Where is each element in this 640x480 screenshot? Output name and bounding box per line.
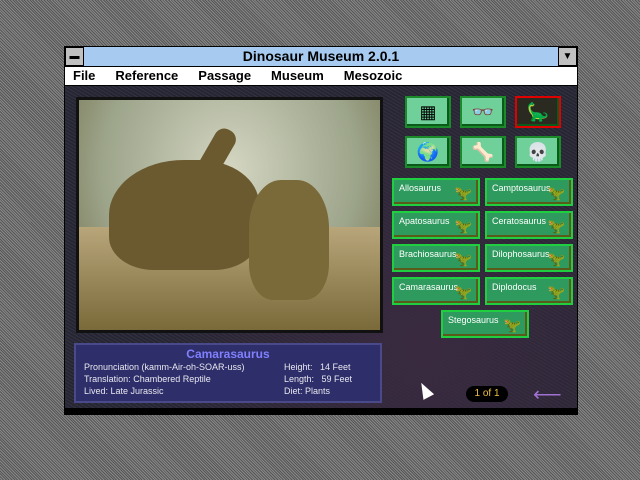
translation: Translation: Chambered Reptile — [84, 374, 211, 384]
dinosaur-button-allosaurus[interactable]: Allosaurus 🦖 — [392, 178, 480, 206]
dinosaur-label: Dilophosaurus — [492, 249, 550, 259]
dinosaur-icon: 🦖 — [454, 251, 472, 267]
length: Length: 59 Feet — [284, 374, 353, 384]
globe-icon: 🌍 — [416, 141, 440, 162]
status-bar — [65, 408, 577, 415]
diorama-button[interactable]: 🦕 — [515, 96, 561, 128]
back-arrow-icon[interactable]: ⟵ — [533, 382, 562, 407]
dinosaur-button-dilophosaurus[interactable]: Dilophosaurus 🦖 — [485, 244, 573, 272]
menu-file[interactable]: File — [65, 67, 103, 85]
skull-button[interactable]: 💀 — [515, 136, 561, 168]
page-indicator: 1 of 1 — [466, 386, 508, 402]
menu-bar: File Reference Passage Museum Mesozoic — [65, 67, 577, 86]
dinosaur-figure — [109, 160, 259, 270]
control-panel-button[interactable]: ▦ — [405, 96, 451, 128]
menu-reference[interactable]: Reference — [107, 67, 186, 85]
menu-museum[interactable]: Museum — [263, 67, 332, 85]
diorama-icon: 🦕 — [526, 101, 550, 122]
diet: Diet: Plants — [284, 386, 331, 396]
dinosaur-label: Allosaurus — [399, 183, 442, 193]
height: Height: 14 Feet — [284, 362, 351, 372]
dinosaur-icon: 🦖 — [547, 218, 565, 234]
dinosaur-button-camarasaurus[interactable]: Camarasaurus 🦖 — [392, 277, 480, 305]
lived: Lived: Late Jurassic — [84, 386, 164, 396]
minus-icon[interactable]: ▬ — [65, 47, 84, 66]
pronunciation: Pronunciation (kamm-Air-oh-SOAR-uss) — [84, 362, 245, 372]
skull-icon: 💀 — [526, 141, 550, 162]
control-panel-icon: ▦ — [419, 101, 437, 122]
dinosaur-label: Camptosaurus — [492, 183, 551, 193]
dinosaur-name: Camarasaurus — [186, 347, 270, 361]
dinosaur-icon: 🦖 — [547, 185, 565, 201]
window-title: Dinosaur Museum 2.0.1 — [242, 48, 400, 64]
app-window: ▬ Dinosaur Museum 2.0.1 ▼ File Reference… — [64, 46, 578, 415]
menu-passage[interactable]: Passage — [190, 67, 259, 85]
skeleton-button[interactable]: 🦴 — [460, 136, 506, 168]
dinosaur-button-stegosaurus[interactable]: Stegosaurus 🦖 — [441, 310, 529, 338]
dinosaur-icon: 🦖 — [547, 284, 565, 300]
dinosaur-label: Ceratosaurus — [492, 216, 547, 226]
mouse-cursor — [415, 380, 435, 400]
3d-glasses-icon: 👓 — [471, 101, 495, 122]
dinosaur-icon: 🦖 — [547, 251, 565, 267]
down-arrow-icon[interactable]: ▼ — [558, 47, 577, 66]
dinosaur-icon: 🦖 — [503, 317, 521, 333]
menu-mesozoic[interactable]: Mesozoic — [336, 67, 411, 85]
dinosaur-label: Stegosaurus — [448, 315, 499, 325]
content-area: Camarasaurus Pronunciation (kamm-Air-oh-… — [65, 86, 577, 408]
dinosaur-label: Diplodocus — [492, 282, 537, 292]
dinosaur-icon: 🦖 — [454, 284, 472, 300]
dinosaur-icon: 🦖 — [454, 218, 472, 234]
dinosaur-button-brachiosaurus[interactable]: Brachiosaurus 🦖 — [392, 244, 480, 272]
dinosaur-button-ceratosaurus[interactable]: Ceratosaurus 🦖 — [485, 211, 573, 239]
dinosaur-button-apatosaurus[interactable]: Apatosaurus 🦖 — [392, 211, 480, 239]
globe-button[interactable]: 🌍 — [405, 136, 451, 168]
dinosaur-label: Brachiosaurus — [399, 249, 457, 259]
dinosaur-button-camptosaurus[interactable]: Camptosaurus 🦖 — [485, 178, 573, 206]
dinosaur-label: Apatosaurus — [399, 216, 450, 226]
title-bar: ▬ Dinosaur Museum 2.0.1 ▼ — [65, 47, 577, 67]
dinosaur-figure-2 — [249, 180, 329, 300]
info-panel: Camarasaurus Pronunciation (kamm-Air-oh-… — [74, 343, 382, 403]
3d-glasses-button[interactable]: 👓 — [460, 96, 506, 128]
dinosaur-icon: 🦖 — [454, 185, 472, 201]
dinosaur-label: Camarasaurus — [399, 282, 459, 292]
dinosaur-button-diplodocus[interactable]: Diplodocus 🦖 — [485, 277, 573, 305]
diorama-image — [76, 97, 383, 333]
skeleton-icon: 🦴 — [471, 141, 495, 162]
